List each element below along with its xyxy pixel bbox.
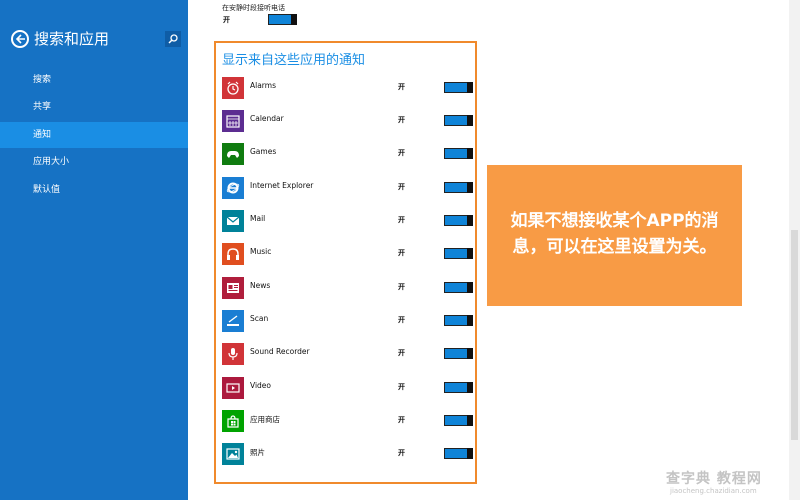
sidebar-item-defaults[interactable]: 默认值 [0, 177, 188, 203]
vertical-scrollbar[interactable] [789, 0, 800, 500]
alarms-toggle[interactable] [444, 82, 473, 93]
watermark-url: jiaocheng.chazidian.com [670, 487, 757, 495]
app-row-sound-recorder: Sound Recorder 开 [222, 343, 473, 367]
toggle-knob [467, 248, 473, 259]
app-row-alarms: Alarms 开 [222, 77, 473, 101]
app-state: 开 [398, 83, 405, 91]
toggle-knob [467, 315, 473, 326]
app-name: Video [250, 381, 272, 390]
sidebar-title: 搜索和应用 [34, 30, 110, 48]
tip-callout: 如果不想接收某个APP的消息，可以在这里设置为关。 [487, 165, 742, 306]
sidebar-item-search[interactable]: 搜索 [0, 67, 188, 93]
app-row-video: Video 开 [222, 377, 473, 401]
app-row-news: News 开 [222, 277, 473, 301]
video-toggle[interactable] [444, 382, 473, 393]
internet-explorer-toggle[interactable] [444, 182, 473, 193]
app-state: 开 [398, 116, 405, 124]
app-name: News [250, 281, 271, 290]
app-row-scan: Scan 开 [222, 310, 473, 334]
app-name: Sound Recorder [250, 347, 310, 356]
app-row-music: Music 开 [222, 243, 473, 267]
app-state: 开 [398, 183, 405, 191]
sidebar-item-app-sizes[interactable]: 应用大小 [0, 149, 188, 175]
app-state: 开 [398, 216, 405, 224]
photos-toggle[interactable] [444, 448, 473, 459]
toggle-knob [291, 14, 297, 25]
app-row-internet-explorer: Internet Explorer 开 [222, 177, 473, 201]
games-toggle[interactable] [444, 148, 473, 159]
quiet-hours-calls-state: 开 [223, 16, 230, 24]
app-name: Mail [250, 214, 266, 223]
app-state: 开 [398, 449, 405, 457]
photo-icon [222, 443, 244, 465]
search-button[interactable] [165, 31, 181, 47]
mail-toggle[interactable] [444, 215, 473, 226]
sidebar-item-notifications[interactable]: 通知 [0, 122, 188, 148]
newspaper-icon [222, 277, 244, 299]
app-name: Games [250, 147, 277, 156]
calendar-icon [222, 110, 244, 132]
sound-recorder-toggle[interactable] [444, 348, 473, 359]
app-state: 开 [398, 316, 405, 324]
music-toggle[interactable] [444, 248, 473, 259]
app-row-store: 应用商店 开 [222, 410, 473, 434]
toggle-knob [467, 82, 473, 93]
section-title: 显示来自这些应用的通知 [222, 53, 366, 68]
gamepad-icon [222, 143, 244, 165]
app-state: 开 [398, 149, 405, 157]
app-name: Calendar [250, 114, 284, 123]
app-row-photos: 照片 开 [222, 443, 473, 467]
alarm-clock-icon [222, 77, 244, 99]
toggle-knob [467, 282, 473, 293]
toggle-knob [467, 215, 473, 226]
arrow-left-icon [15, 34, 25, 44]
app-row-games: Games 开 [222, 143, 473, 167]
headphones-icon [222, 243, 244, 265]
toggle-knob [467, 348, 473, 359]
app-name: 应用商店 [250, 415, 280, 424]
toggle-knob [467, 382, 473, 393]
sidebar-item-share[interactable]: 共享 [0, 94, 188, 120]
store-icon [222, 410, 244, 432]
toggle-knob [467, 182, 473, 193]
mail-icon [222, 210, 244, 232]
app-name: Internet Explorer [250, 181, 314, 190]
app-state: 开 [398, 349, 405, 357]
microphone-icon [222, 343, 244, 365]
store-toggle[interactable] [444, 415, 473, 426]
app-name: Alarms [250, 81, 276, 90]
video-icon [222, 377, 244, 399]
tip-callout-text: 如果不想接收某个APP的消息，可以在这里设置为关。 [510, 211, 719, 257]
app-state: 开 [398, 383, 405, 391]
app-state: 开 [398, 416, 405, 424]
app-name: Music [250, 247, 272, 256]
news-toggle[interactable] [444, 282, 473, 293]
ie-icon [222, 177, 244, 199]
toggle-knob [467, 415, 473, 426]
scanner-icon [222, 310, 244, 332]
app-state: 开 [398, 249, 405, 257]
app-row-calendar: Calendar 开 [222, 110, 473, 134]
toggle-knob [467, 448, 473, 459]
scan-toggle[interactable] [444, 315, 473, 326]
app-name: 照片 [250, 448, 265, 457]
toggle-knob [467, 148, 473, 159]
watermark: 查字典 教程网 [666, 471, 762, 487]
quiet-hours-calls-toggle[interactable] [268, 14, 297, 25]
settings-sidebar: 搜索和应用 搜索 共享 通知 应用大小 默认值 [0, 0, 188, 500]
calendar-toggle[interactable] [444, 115, 473, 126]
toggle-knob [467, 115, 473, 126]
app-row-mail: Mail 开 [222, 210, 473, 234]
app-name: Scan [250, 314, 269, 323]
quiet-hours-calls-label: 在安静时段接听电话 [222, 4, 285, 12]
scrollbar-thumb[interactable] [791, 230, 798, 440]
search-icon [168, 34, 178, 44]
app-state: 开 [398, 283, 405, 291]
back-button[interactable] [11, 30, 29, 48]
